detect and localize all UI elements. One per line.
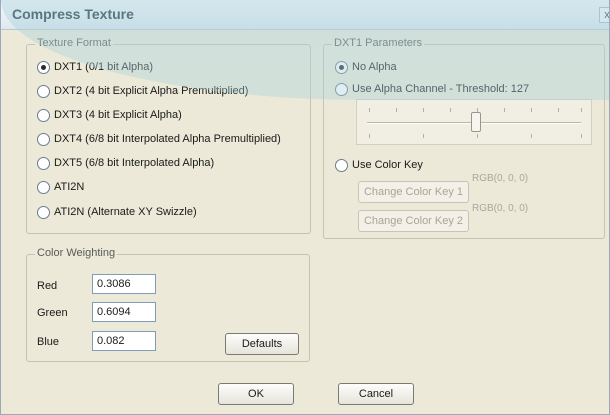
slider-tick — [531, 134, 532, 138]
radio-circle-icon — [37, 84, 50, 98]
radio-dxt3-label: DXT3 (4 bit Explicit Alpha) — [54, 109, 182, 121]
green-label: Green — [37, 307, 68, 319]
radio-circle-icon — [335, 82, 348, 96]
radio-dxt5[interactable]: DXT5 (6/8 bit Interpolated Alpha) — [37, 155, 214, 171]
radio-ati2n-swizzle[interactable]: ATI2N (Alternate XY Swizzle) — [37, 204, 197, 220]
threshold-slider[interactable] — [356, 99, 592, 145]
slider-tick — [369, 134, 370, 138]
radio-circle-icon — [335, 60, 348, 74]
cancel-button[interactable]: Cancel — [338, 383, 414, 405]
radio-use-alpha-channel[interactable]: Use Alpha Channel - Threshold: 127 — [335, 81, 529, 97]
change-color-key-2-button[interactable]: Change Color Key 2 — [358, 210, 469, 232]
slider-tick — [369, 108, 370, 112]
defaults-button[interactable]: Defaults — [225, 333, 299, 355]
texture-format-legend: Texture Format — [35, 37, 113, 49]
slider-tick — [531, 108, 532, 112]
red-label: Red — [37, 280, 58, 292]
slider-thumb[interactable] — [471, 112, 481, 132]
green-weight-input[interactable] — [92, 302, 156, 322]
radio-circle-icon — [37, 180, 50, 194]
radio-no-alpha-label: No Alpha — [352, 61, 397, 73]
radio-circle-icon — [37, 108, 50, 122]
dialog-title: Compress Texture — [12, 6, 134, 22]
color-key-1-rgb: RGB(0, 0, 0) — [472, 173, 529, 184]
radio-circle-icon — [37, 205, 50, 219]
blue-weight-input[interactable] — [92, 331, 156, 351]
radio-circle-icon — [37, 132, 50, 146]
slider-tick — [504, 108, 505, 112]
radio-ati2n[interactable]: ATI2N — [37, 179, 84, 195]
color-weighting-legend: Color Weighting — [35, 247, 118, 259]
close-icon[interactable]: x — [599, 7, 609, 23]
radio-ati2n-label: ATI2N — [54, 181, 85, 193]
radio-no-alpha[interactable]: No Alpha — [335, 59, 397, 75]
radio-dxt4-label: DXT4 (6/8 bit Interpolated Alpha Premult… — [54, 133, 281, 145]
slider-tick — [423, 108, 424, 112]
radio-dxt5-label: DXT5 (6/8 bit Interpolated Alpha) — [54, 157, 215, 169]
blue-label: Blue — [37, 336, 60, 348]
slider-tick — [396, 108, 397, 112]
change-color-key-1-button[interactable]: Change Color Key 1 — [358, 181, 469, 203]
color-key-2-rgb: RGB(0, 0, 0) — [472, 203, 529, 214]
radio-dxt2[interactable]: DXT2 (4 bit Explicit Alpha Premultiplied… — [37, 83, 248, 99]
radio-ati2n-swizzle-label: ATI2N (Alternate XY Swizzle) — [54, 206, 197, 218]
ok-button[interactable]: OK — [218, 383, 294, 405]
radio-dxt1[interactable]: DXT1 (0/1 bit Alpha) — [37, 59, 153, 75]
radio-dxt2-label: DXT2 (4 bit Explicit Alpha Premultiplied… — [54, 85, 249, 97]
slider-tick — [423, 134, 424, 138]
radio-circle-icon — [335, 158, 348, 172]
radio-dxt1-label: DXT1 (0/1 bit Alpha) — [54, 61, 154, 73]
slider-tick — [558, 108, 559, 112]
slider-tick — [450, 108, 451, 112]
radio-circle-icon — [37, 60, 50, 74]
radio-use-color-key[interactable]: Use Color Key — [335, 157, 423, 173]
title-bar[interactable]: Compress Texture x — [1, 0, 609, 30]
radio-circle-icon — [37, 156, 50, 170]
slider-tick — [581, 134, 582, 138]
radio-dxt4[interactable]: DXT4 (6/8 bit Interpolated Alpha Premult… — [37, 131, 281, 147]
radio-dxt3[interactable]: DXT3 (4 bit Explicit Alpha) — [37, 107, 182, 123]
slider-tick — [477, 134, 478, 138]
dxt1-parameters-legend: DXT1 Parameters — [332, 37, 425, 49]
radio-use-color-key-label: Use Color Key — [352, 159, 423, 171]
red-weight-input[interactable] — [92, 274, 156, 294]
radio-use-alpha-channel-label: Use Alpha Channel - Threshold: 127 — [352, 83, 530, 95]
compress-texture-dialog: Compress Texture x Texture Format DXT1 (… — [0, 0, 610, 415]
slider-tick — [581, 108, 582, 112]
